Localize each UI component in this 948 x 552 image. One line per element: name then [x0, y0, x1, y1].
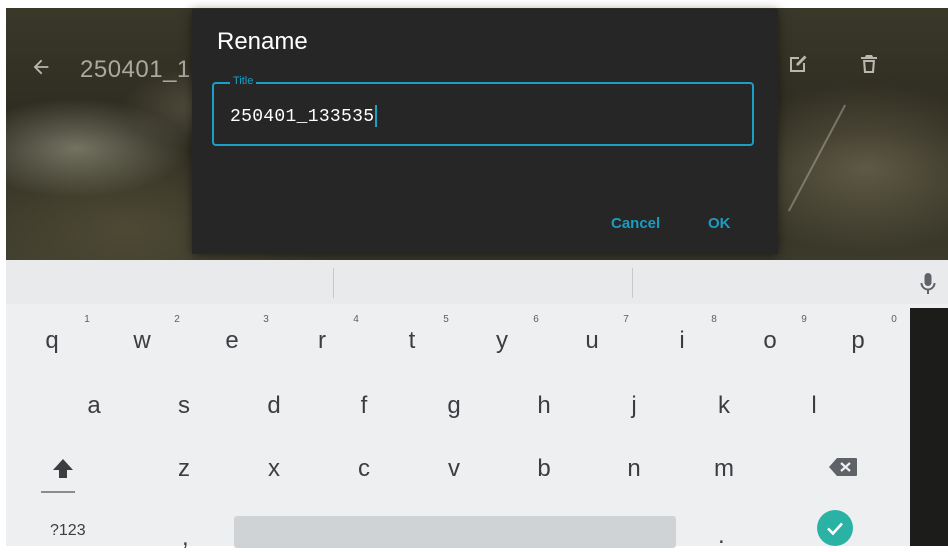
key-s[interactable]: s — [154, 391, 214, 421]
photo-streak — [787, 104, 847, 212]
key-i[interactable]: i — [652, 326, 712, 356]
key-e[interactable]: e — [202, 326, 262, 356]
key-v[interactable]: v — [424, 454, 484, 484]
key-p[interactable]: p — [828, 326, 888, 356]
key-p-hint: 0 — [891, 314, 897, 325]
shift-indicator — [41, 491, 75, 493]
key-q[interactable]: q — [22, 326, 82, 356]
title-input-value: 250401_133535 — [230, 106, 375, 127]
key-h[interactable]: h — [514, 391, 574, 421]
symbols-key[interactable]: ?123 — [50, 522, 86, 540]
dialog-title: Rename — [217, 28, 308, 55]
key-j[interactable]: j — [604, 391, 664, 421]
key-t[interactable]: t — [382, 326, 442, 356]
key-b[interactable]: b — [514, 454, 574, 484]
key-w-hint: 2 — [174, 314, 180, 325]
comma-key[interactable]: , — [182, 524, 189, 552]
right-edge-photo — [910, 308, 948, 546]
key-t-hint: 5 — [443, 314, 449, 325]
key-u[interactable]: u — [562, 326, 622, 356]
backspace-icon[interactable] — [828, 457, 858, 477]
edit-icon[interactable] — [786, 52, 810, 76]
enter-button[interactable] — [817, 510, 853, 546]
key-y[interactable]: y — [472, 326, 532, 356]
title-field[interactable]: Title 250401_133535 — [212, 75, 754, 146]
key-n[interactable]: n — [604, 454, 664, 484]
back-arrow-icon[interactable] — [30, 56, 52, 78]
suggestion-divider — [333, 268, 334, 298]
mic-icon[interactable] — [919, 272, 937, 296]
soft-keyboard: q 1 w 2 e 3 r 4 t 5 y 6 u 7 i 8 o 9 p 0 … — [6, 260, 948, 551]
key-m[interactable]: m — [694, 454, 754, 484]
key-w[interactable]: w — [112, 326, 172, 356]
key-r[interactable]: r — [292, 326, 352, 356]
key-q-hint: 1 — [84, 314, 90, 325]
key-d[interactable]: d — [244, 391, 304, 421]
photo-title: 250401_1 — [80, 56, 190, 83]
key-y-hint: 6 — [533, 314, 539, 325]
key-x[interactable]: x — [244, 454, 304, 484]
key-a[interactable]: a — [64, 391, 124, 421]
key-e-hint: 3 — [263, 314, 269, 325]
key-k[interactable]: k — [694, 391, 754, 421]
key-c[interactable]: c — [334, 454, 394, 484]
key-r-hint: 4 — [353, 314, 359, 325]
key-f[interactable]: f — [334, 391, 394, 421]
key-i-hint: 8 — [711, 314, 717, 325]
key-o[interactable]: o — [740, 326, 800, 356]
ok-button[interactable]: OK — [708, 215, 731, 232]
trash-icon[interactable] — [857, 52, 881, 76]
title-field-label: Title — [230, 75, 257, 87]
suggestion-strip — [6, 260, 948, 304]
cancel-button[interactable]: Cancel — [611, 215, 660, 232]
suggestion-divider — [632, 268, 633, 298]
key-l[interactable]: l — [784, 391, 844, 421]
rename-dialog: Rename Title 250401_133535 Cancel OK — [192, 9, 778, 254]
key-o-hint: 9 — [801, 314, 807, 325]
space-bar[interactable] — [234, 516, 676, 548]
shift-icon[interactable] — [50, 456, 76, 482]
key-z[interactable]: z — [154, 454, 214, 484]
text-caret — [375, 105, 378, 127]
title-input[interactable]: 250401_133535 — [230, 105, 378, 127]
checkmark-icon — [827, 522, 843, 536]
key-g[interactable]: g — [424, 391, 484, 421]
key-u-hint: 7 — [623, 314, 629, 325]
